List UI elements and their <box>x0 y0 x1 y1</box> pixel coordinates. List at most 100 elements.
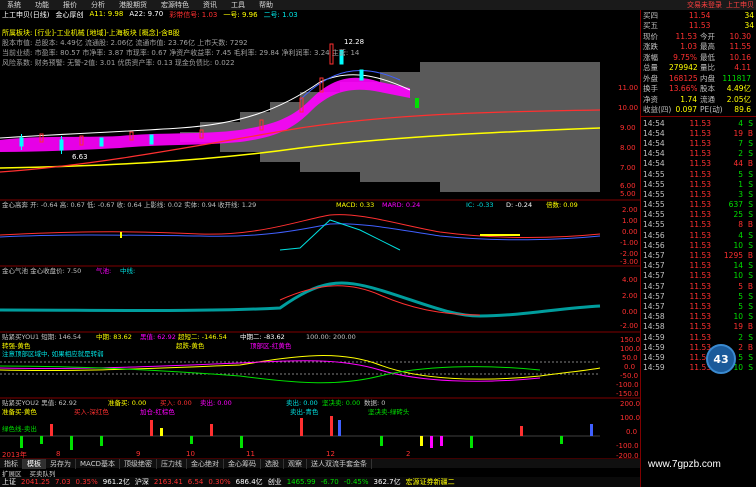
tab-gold-chips[interactable]: 金心筹码 <box>224 458 261 469</box>
svg-text:-100.0: -100.0 <box>616 381 639 389</box>
svg-text:7.00: 7.00 <box>620 164 636 172</box>
tab-observe[interactable]: 观察 <box>284 458 307 469</box>
panel4-bars <box>20 416 593 450</box>
chart-title-line: 上工申贝(日线) 金心厚创 A11: 9.98 A22: 9.70 彩带信号: … <box>0 10 430 20</box>
info-line-risk: 风险系数: 财务预警: 无警-2值: 3.01 优质资产率: 0.13 现金负债… <box>2 59 235 67</box>
value-one: 一号: 9.96 <box>223 11 258 19</box>
menu-bar: 系统 功能 报价 分析 港股期货 宏源特色 资讯 工具 帮助 交易未登录 上工申… <box>0 0 756 10</box>
svg-text:中期: 83.62: 中期: 83.62 <box>96 332 132 341</box>
tick-row: 14:57 11.53 14 S <box>643 261 753 271</box>
tick-row: 14:59 11.53 10 S <box>643 363 753 373</box>
svg-text:准备买-黄色: 准备买-黄色 <box>2 407 37 416</box>
indicator-name: 金心厚创 <box>55 11 84 19</box>
svg-text:9.00: 9.00 <box>620 124 636 132</box>
svg-text:超跌-黄色: 超跌-黄色 <box>176 341 205 350</box>
svg-text:卖出: 0.00: 卖出: 0.00 <box>286 398 318 407</box>
svg-text:金心气池 金心收盘价: 7.50: 金心气池 金心收盘价: 7.50 <box>2 266 81 275</box>
tick-row: 14:55 11.53 637 S <box>643 200 753 210</box>
tab-stock-select[interactable]: 选股 <box>261 458 284 469</box>
svg-text:50.0: 50.0 <box>622 354 638 362</box>
cy-change: -6.70 <box>320 478 339 486</box>
tick-row: 14:57 11.53 5 S <box>643 301 753 311</box>
svg-text:2.00: 2.00 <box>622 206 638 214</box>
x-axis-2: 2 <box>406 450 411 458</box>
tick-row: 14:57 11.53 1295 B <box>643 251 753 261</box>
tick-row: 14:55 11.53 25 S <box>643 210 753 220</box>
quote-row: 换手 13.66% 股本 4.49亿 <box>643 84 751 94</box>
svg-text:买入-深红色: 买入-深红色 <box>74 407 109 416</box>
quote-row: 买四 11.54 34 <box>643 10 754 20</box>
svg-text:0.0: 0.0 <box>624 363 635 371</box>
tab-top-secret[interactable]: 顶级绝密 <box>120 458 157 469</box>
svg-text:-50.0: -50.0 <box>620 372 638 380</box>
svg-text:气池:: 气池: <box>96 266 111 275</box>
menu-item-special[interactable]: 宏源特色 <box>154 0 196 10</box>
progress-badge[interactable]: 43 <box>706 344 736 374</box>
svg-text:坚决卖-绿砖头: 坚决卖-绿砖头 <box>368 407 410 416</box>
svg-text:买入: 0.00: 买入: 0.00 <box>160 399 192 407</box>
tick-row: 14:54 11.53 7 S <box>643 138 753 148</box>
cy-volume: 362.7亿 <box>373 478 401 486</box>
quote-row: 涨幅 9.75% 最低 10.16 <box>643 52 751 62</box>
menu-item-system[interactable]: 系统 <box>0 0 28 10</box>
svg-text:200.0: 200.0 <box>620 400 640 408</box>
svg-text:MARD: 0.24: MARD: 0.24 <box>382 201 420 209</box>
cy-label: 创业 <box>267 478 282 486</box>
menu-item-hk-futures[interactable]: 港股期货 <box>112 0 154 10</box>
menu-item-function[interactable]: 功能 <box>28 0 56 10</box>
quote-row: 净资 1.74 流通 2.05亿 <box>643 94 751 104</box>
tab-gold-absolute[interactable]: 金心绝对 <box>187 458 224 469</box>
menu-item-help[interactable]: 帮助 <box>252 0 280 10</box>
svg-text:加仓-红棕色: 加仓-红棕色 <box>140 407 175 416</box>
tab-macd[interactable]: MACD基本 <box>76 458 120 469</box>
subtab-extension[interactable]: 扩展区 <box>2 468 22 478</box>
subtab-queue[interactable]: 买卖队列 <box>30 468 56 478</box>
sh-price: 2041.25 <box>21 478 50 486</box>
quote-panel: 买四 11.54 34 买五 11.53 34 现价 11.53 今开 10.30 涨跌 1.0… <box>640 10 756 487</box>
login-status[interactable]: 交易未登录 <box>687 0 722 10</box>
svg-text:11.00: 11.00 <box>618 84 638 92</box>
quote-row: 收益(四) 0.097 PE(动) 89.6 <box>643 105 751 115</box>
tick-list[interactable]: 14:54 11.53 4 S 14:54 11.53 19 B 14:54 11.53 7 S 14:… <box>641 118 756 373</box>
svg-text:8.00: 8.00 <box>620 144 636 152</box>
svg-text:-100.0: -100.0 <box>616 442 639 450</box>
svg-text:黑值: 62.92: 黑值: 62.92 <box>140 332 176 341</box>
svg-text:顶部区-红黄色: 顶部区-红黄色 <box>250 341 292 350</box>
quote-row: 涨跌 1.03 最高 11.55 <box>643 42 751 52</box>
tab-gift[interactable]: 送人双流手套金条 <box>307 458 372 469</box>
tick-row: 14:59 11.53 5 S <box>643 352 753 362</box>
quote-row: 总量 279942 量比 4.11 <box>643 63 751 73</box>
svg-text:贴紧买YOU1 短期: 146.54: 贴紧买YOU1 短期: 146.54 <box>2 332 81 341</box>
menu-item-quote[interactable]: 报价 <box>56 0 84 10</box>
svg-text:1.00: 1.00 <box>622 217 638 225</box>
tick-row: 14:54 11.53 44 B <box>643 159 753 169</box>
svg-text:中期二: -83.62: 中期二: -83.62 <box>240 332 285 341</box>
tick-row: 14:59 11.53 2 S <box>643 332 753 342</box>
svg-text:-150.0: -150.0 <box>616 390 639 398</box>
quote-row: 外盘 168125 内盘 111817 <box>643 73 751 83</box>
tick-row: 14:58 11.53 19 B <box>643 322 753 332</box>
tab-save-as[interactable]: 另存为 <box>46 458 76 469</box>
tick-row: 14:55 11.53 5 S <box>643 169 753 179</box>
menu-item-news[interactable]: 资讯 <box>196 0 224 10</box>
menu-item-tools[interactable]: 工具 <box>224 0 252 10</box>
panel4: 贴紧买YOU2 黑值: 62.92 准备买: 0.00 买入: 0.00 卖出:… <box>0 398 640 460</box>
panel2: 金心气池 金心收盘价: 7.50 气池: 中线: 4.00 2.00 0.00 … <box>0 266 638 330</box>
sub-tabs: 扩展区 买卖队列 <box>0 468 640 478</box>
tick-row: 14:55 11.53 8 B <box>643 220 753 230</box>
tab-indicator[interactable]: 指标 <box>0 458 23 469</box>
chart-canvas[interactable]: 12.28 6.63 11.00 10.00 9.00 8.00 7.00 6.… <box>0 20 640 460</box>
svg-text:超短二: -146.54: 超短二: -146.54 <box>178 332 227 341</box>
tab-pressure[interactable]: 压力线 <box>157 458 187 469</box>
svg-text:准备买: 0.00: 准备买: 0.00 <box>108 398 146 407</box>
svg-text:0.0: 0.0 <box>626 428 637 436</box>
sz-percent: 0.30% <box>208 478 231 486</box>
tick-row: 14:54 11.53 2 S <box>643 149 753 159</box>
tick-row: 14:56 11.53 10 S <box>643 240 753 250</box>
tab-template[interactable]: 模板 <box>23 458 46 469</box>
svg-text:-3.00: -3.00 <box>620 258 638 266</box>
sz-volume: 686.4亿 <box>235 478 263 486</box>
menu-item-analysis[interactable]: 分析 <box>84 0 112 10</box>
info-line-performance: 当前业绩: 市盈率: 80.57 市净率: 3.87 市现率: 0.67 净资产… <box>2 49 360 57</box>
cy-percent: -0.45% <box>343 478 369 486</box>
